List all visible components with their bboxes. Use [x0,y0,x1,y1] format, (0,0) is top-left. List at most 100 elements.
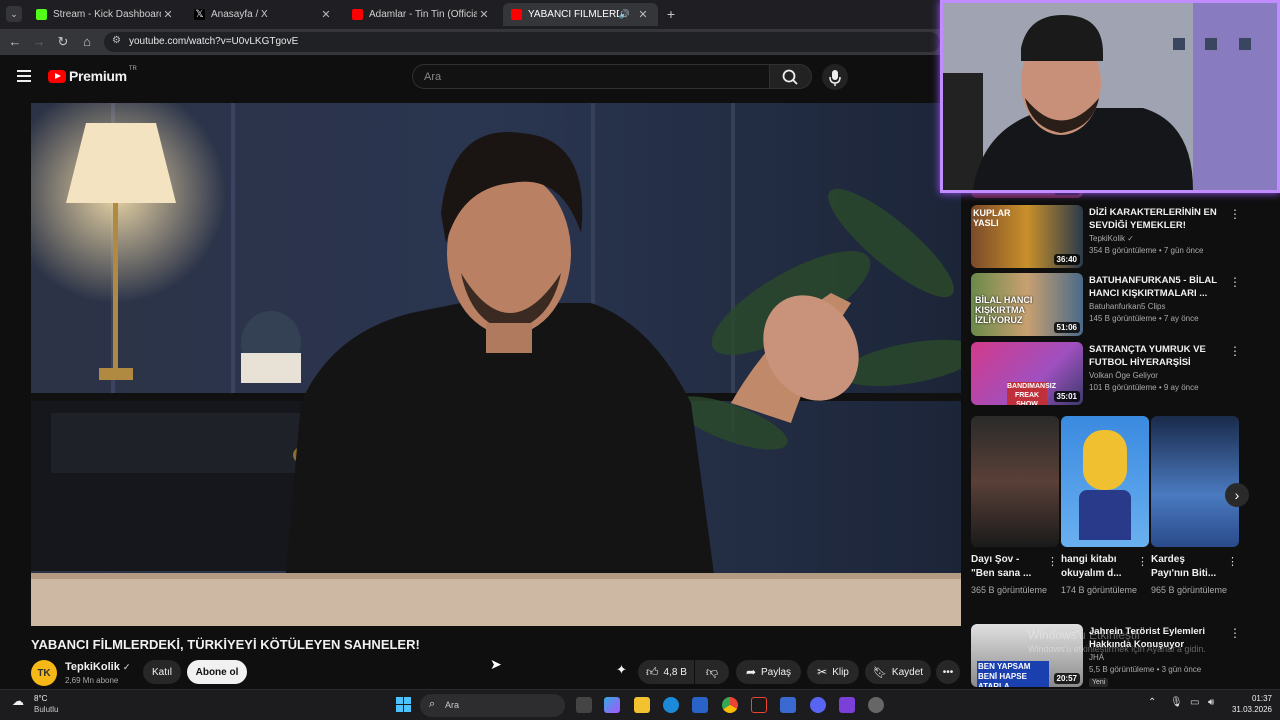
search-field[interactable] [412,64,770,89]
tab-x-home[interactable]: 𝕏 Anasayfa / X ✕ [186,3,341,26]
more-vert-icon[interactable]: ⋮ [1229,344,1241,358]
video-duration: 36:40 [1053,254,1080,265]
channel-avatar[interactable]: TK [31,660,57,686]
back-arrow-icon[interactable]: ← [7,34,23,50]
like-button[interactable]: 👍︎ 4,8 B [638,660,694,684]
close-tab-icon[interactable]: ✕ [161,8,175,21]
tab-search-icon[interactable]: ⌄ [6,6,22,22]
taskbar-search-box[interactable]: ⌕ Ara [420,694,565,717]
video-meta: 354 B görüntüleme • 7 gün önce [1089,246,1204,255]
share-arrow-icon: ➦ [745,665,757,679]
youtube-premium-logo[interactable]: Premium TR [48,66,137,84]
save-button[interactable]: 🔖︎ Kaydet [865,660,931,684]
shelf-next-button[interactable]: › [1225,483,1249,507]
short-title[interactable]: hangi kitabı okuyalım d... [1061,553,1133,581]
youtube-icon [511,9,522,20]
video-meta: 101 B görüntüleme • 9 ay önce [1089,383,1199,392]
thumbnail-text: BEN YAPSAM BENİ HAPSE ATARLA [977,661,1049,687]
scissors-icon: ✂ [817,665,828,679]
channel-name[interactable]: JHA [1089,653,1104,662]
chevron-up-icon[interactable]: ⌃ [1148,697,1156,708]
short-title[interactable]: Kardeş Payı'nın Biti... [1151,553,1223,581]
microsoft-store-icon[interactable] [692,697,708,713]
app-icon[interactable] [839,697,855,713]
channel-name[interactable]: Batuhanfurkan5 Clips [1089,302,1166,311]
short-item[interactable]: Kardeş Payı'nın Biti... ⋮ 965 B görüntül… [1151,416,1239,595]
close-tab-icon[interactable]: ✕ [636,8,650,21]
channel-row: TepkiKolik ✓ [1089,234,1134,243]
video-title[interactable]: BATUHANFURKAN5 - BİLAL HANCI KIŞKIRTMALA… [1089,274,1229,300]
video-player[interactable] [31,103,961,626]
channel-name[interactable]: Volkan Öge Geliyor [1089,371,1158,380]
subscribe-button[interactable]: Abone ol [187,660,247,684]
close-tab-icon[interactable]: ✕ [477,8,491,21]
settings-gear-icon[interactable] [868,697,884,713]
home-icon[interactable]: ⌂ [79,34,95,50]
youtube-play-logo-icon [48,69,66,83]
new-tab-icon[interactable]: + [663,6,679,22]
more-vert-icon[interactable]: ⋮ [1047,555,1058,568]
more-actions-button[interactable]: ••• [936,660,960,684]
search-input[interactable] [424,71,754,83]
task-view-icon[interactable] [576,697,592,713]
more-vert-icon[interactable]: ⋮ [1137,555,1148,568]
youtube-header: Premium TR [0,55,940,100]
microphone-icon[interactable]: 🎙︎ [1170,697,1183,708]
search-button[interactable] [770,64,812,89]
channel-name-row[interactable]: TepkiKolik ✓ [65,661,130,673]
short-item[interactable]: hangi kitabı okuyalım d... ⋮ 174 B görün… [1061,416,1149,595]
short-item[interactable]: Dayı Şov - "Ben sana ... ⋮ 365 B görüntü… [971,416,1059,595]
share-button[interactable]: ➦ Paylaş [736,660,801,684]
video-title[interactable]: SATRANÇTA YUMRUK VE FUTBOL HİYERARŞİSİ [1089,343,1229,369]
weather-temperature[interactable]: 8°C [34,694,47,703]
volume-icon[interactable]: 🔊︎ [1208,697,1214,708]
puppet-image [1083,430,1127,490]
clock-date[interactable]: 31.03.2026 [1222,705,1272,714]
clip-label: Klip [832,666,849,678]
address-bar[interactable]: ⚙ youtube.com/watch?v=U0vLKGTgovE [104,32,940,52]
tab-yabanci-filmler[interactable]: YABANCI FİLMLERDEKİ, TÜR 🔊 ✕ [503,3,658,26]
tab-adamlar-tin-tin[interactable]: Adamlar - Tin Tin (Official Audio) ✕ [344,3,499,26]
obs-icon[interactable] [751,697,767,713]
dislike-button[interactable]: 👎︎ [695,660,729,684]
recommendation-item[interactable]: KUPLAR YASLI 36:40 DİZİ KARAKTERLERİNİN … [971,205,1251,269]
join-button[interactable]: Katıl [143,660,181,684]
short-title[interactable]: Dayı Şov - "Ben sana ... [971,553,1043,581]
short-views: 365 B görüntüleme [971,585,1048,595]
clip-button[interactable]: ✂ Klip [807,660,859,684]
chrome-icon[interactable] [722,697,738,713]
new-badge: Yeni [1089,678,1109,687]
more-vert-icon[interactable]: ⋮ [1229,275,1241,289]
site-info-icon[interactable]: ⚙ [112,35,121,46]
voice-search-button[interactable] [822,64,848,90]
clock-time[interactable]: 01:37 [1236,694,1272,703]
hamburger-menu-icon[interactable] [17,70,31,82]
video-duration: 51:06 [1053,322,1080,333]
recommendation-item[interactable]: BİLAL HANCI KIŞKIRTMA İZLİYORUZ 51:06 BA… [971,273,1251,337]
video-title[interactable]: DİZİ KARAKTERLERİNİN EN SEVDİĞİ YEMEKLER… [1089,206,1229,232]
audio-playing-icon[interactable]: 🔊 [619,9,630,20]
windows-start-icon[interactable] [396,697,412,713]
app-icon[interactable] [780,697,796,713]
subscriber-count: 2,69 Mn abone [65,676,119,685]
forward-arrow-icon[interactable]: → [31,34,47,50]
sparkle-ai-icon[interactable]: ✦ [616,662,627,678]
widgets-icon[interactable] [604,697,620,713]
more-vert-icon[interactable]: ⋮ [1227,555,1238,568]
discord-icon[interactable] [810,697,826,713]
channel-name[interactable]: TepkiKolik [65,661,120,673]
close-tab-icon[interactable]: ✕ [319,8,333,21]
edge-icon[interactable] [663,697,679,713]
more-vert-icon[interactable]: ⋮ [1229,207,1241,221]
channel-name[interactable]: TepkiKolik [1089,234,1125,243]
weather-icon[interactable]: ☁ [12,694,24,708]
recommendation-item[interactable]: BANDIMANSIZ FREAK SHOW 35:01 SATRANÇTA Y… [971,342,1251,406]
more-vert-icon[interactable]: ⋮ [1229,626,1241,640]
verified-check-icon: ✓ [122,662,131,672]
short-thumbnail [1151,416,1239,547]
reload-icon[interactable]: ↻ [55,34,71,50]
tab-kick-dashboard[interactable]: Stream - Kick Dashboard ✕ [28,3,183,26]
video-meta: 5,5 B görüntüleme • 3 gün önce [1089,665,1202,674]
network-icon[interactable]: ▭ [1190,697,1199,708]
file-explorer-icon[interactable] [634,697,650,713]
